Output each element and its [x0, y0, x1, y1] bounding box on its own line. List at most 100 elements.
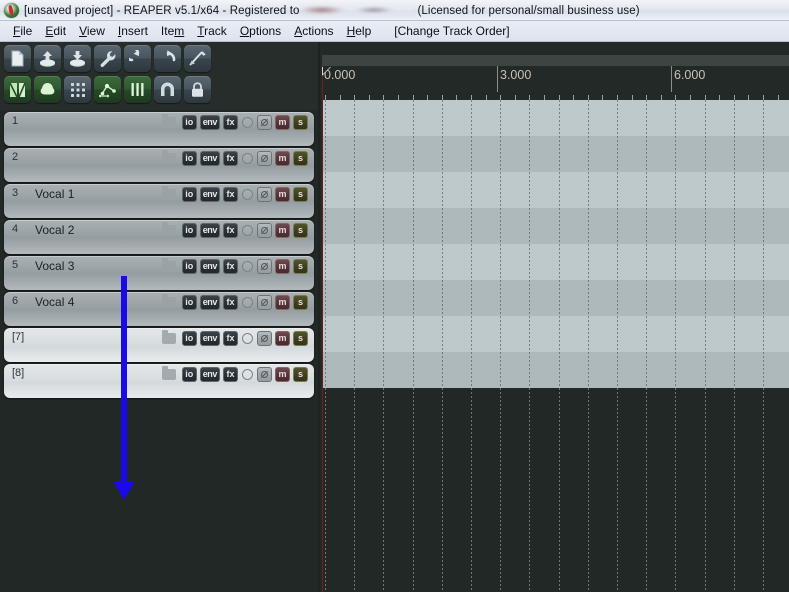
playhead-triangle-icon[interactable] — [322, 67, 331, 76]
track-lane[interactable] — [322, 316, 789, 352]
new-project-button[interactable] — [4, 45, 31, 72]
track-lane[interactable] — [322, 136, 789, 172]
playhead-cursor[interactable] — [322, 100, 323, 592]
record-arm-circle-icon[interactable] — [242, 297, 253, 308]
track-fx-button[interactable]: fx — [223, 115, 238, 130]
track-row[interactable]: 3 Vocal 1 io env fx m s — [4, 184, 314, 218]
menu-item-options[interactable]: Options — [234, 23, 288, 39]
track-fx-button[interactable]: fx — [223, 259, 238, 274]
track-envelope-button[interactable]: env — [199, 331, 220, 346]
track-row[interactable]: 6 Vocal 4 io env fx m s — [4, 292, 314, 326]
folder-icon[interactable] — [161, 150, 176, 164]
track-lane[interactable] — [322, 280, 789, 316]
metronome-button[interactable] — [124, 76, 151, 103]
track-io-button[interactable]: io — [181, 223, 197, 238]
track-io-button[interactable]: io — [181, 259, 197, 274]
timeline-ruler[interactable]: 0.000 3.000 6.000 — [322, 66, 789, 100]
track-envelope-button[interactable]: env — [199, 259, 220, 274]
track-solo-button[interactable]: s — [293, 331, 308, 346]
track-envelope-button[interactable]: env — [199, 115, 220, 130]
toggle-ripple-button[interactable] — [34, 76, 61, 103]
track-envelope-button[interactable]: env — [199, 295, 220, 310]
track-mute-button[interactable]: m — [275, 151, 290, 166]
track-solo-button[interactable]: s — [293, 223, 308, 238]
toggle-crossfade-button[interactable] — [4, 76, 31, 103]
track-fx-button[interactable]: fx — [223, 367, 238, 382]
folder-icon[interactable] — [161, 366, 176, 380]
menu-item-item[interactable]: Item — [155, 23, 191, 39]
track-fx-button[interactable]: fx — [223, 151, 238, 166]
save-project-button[interactable] — [64, 45, 91, 72]
track-envelope-button[interactable]: env — [199, 187, 220, 202]
track-fx-button[interactable]: fx — [223, 295, 238, 310]
track-mute-button[interactable]: m — [275, 259, 290, 274]
arrange-marker-lane[interactable] — [322, 55, 789, 66]
track-solo-button[interactable]: s — [293, 259, 308, 274]
track-lane[interactable] — [322, 100, 789, 136]
phase-invert-icon[interactable] — [257, 151, 272, 166]
phase-invert-icon[interactable] — [257, 367, 272, 382]
menu-item-file[interactable]: File — [7, 23, 39, 39]
menu-item-view[interactable]: View — [73, 23, 112, 39]
track-envelope-button[interactable]: env — [199, 223, 220, 238]
menu-item-edit[interactable]: Edit — [39, 23, 73, 39]
folder-icon[interactable] — [161, 258, 176, 272]
track-lanes-area[interactable] — [322, 100, 789, 592]
track-io-button[interactable]: io — [181, 187, 197, 202]
track-solo-button[interactable]: s — [293, 151, 308, 166]
record-arm-circle-icon[interactable] — [242, 225, 253, 236]
track-name-label[interactable]: Vocal 4 — [35, 295, 74, 309]
track-mute-button[interactable]: m — [275, 223, 290, 238]
track-row[interactable]: 4 Vocal 2 io env fx m s — [4, 220, 314, 254]
menu-item-help[interactable]: Help — [341, 23, 379, 39]
track-row[interactable]: 5 Vocal 3 io env fx m s — [4, 256, 314, 290]
track-row[interactable]: 2 io env fx m s — [4, 148, 314, 182]
track-name-label[interactable]: Vocal 2 — [35, 223, 74, 237]
track-mute-button[interactable]: m — [275, 187, 290, 202]
track-mute-button[interactable]: m — [275, 367, 290, 382]
track-name-label[interactable]: Vocal 3 — [35, 259, 74, 273]
folder-icon[interactable] — [161, 330, 176, 344]
track-fx-button[interactable]: fx — [223, 187, 238, 202]
track-fx-button[interactable]: fx — [223, 331, 238, 346]
track-solo-button[interactable]: s — [293, 295, 308, 310]
track-lane[interactable] — [322, 208, 789, 244]
track-solo-button[interactable]: s — [293, 187, 308, 202]
folder-icon[interactable] — [161, 114, 176, 128]
record-arm-circle-icon[interactable] — [242, 117, 253, 128]
lock-button[interactable] — [184, 76, 211, 103]
record-arm-circle-icon[interactable] — [242, 189, 253, 200]
phase-invert-icon[interactable] — [257, 295, 272, 310]
toggle-automation-button[interactable] — [94, 76, 121, 103]
track-lane[interactable] — [322, 172, 789, 208]
track-lane[interactable] — [322, 352, 789, 388]
track-mute-button[interactable]: m — [275, 295, 290, 310]
track-mute-button[interactable]: m — [275, 115, 290, 130]
menu-item-insert[interactable]: Insert — [112, 23, 155, 39]
track-row[interactable]: 1 io env fx m s — [4, 112, 314, 146]
track-fx-button[interactable]: fx — [223, 223, 238, 238]
track-lane[interactable] — [322, 244, 789, 280]
folder-icon[interactable] — [161, 186, 176, 200]
phase-invert-icon[interactable] — [257, 223, 272, 238]
record-arm-circle-icon[interactable] — [242, 369, 253, 380]
menu-item-track[interactable]: Track — [191, 23, 234, 39]
phase-invert-icon[interactable] — [257, 331, 272, 346]
track-io-button[interactable]: io — [181, 151, 197, 166]
track-solo-button[interactable]: s — [293, 367, 308, 382]
menu-item-actions[interactable]: Actions — [288, 23, 340, 39]
envelope-button[interactable] — [184, 45, 211, 72]
track-name-label[interactable]: Vocal 1 — [35, 187, 74, 201]
undo-button[interactable] — [124, 45, 151, 72]
track-mute-button[interactable]: m — [275, 331, 290, 346]
track-io-button[interactable]: io — [181, 367, 197, 382]
redo-button[interactable] — [154, 45, 181, 72]
folder-icon[interactable] — [161, 222, 176, 236]
track-io-button[interactable]: io — [181, 115, 197, 130]
record-arm-circle-icon[interactable] — [242, 333, 253, 344]
open-project-button[interactable] — [34, 45, 61, 72]
track-row[interactable]: [8] io env fx m s — [4, 364, 314, 398]
record-arm-circle-icon[interactable] — [242, 153, 253, 164]
track-solo-button[interactable]: s — [293, 115, 308, 130]
record-arm-circle-icon[interactable] — [242, 261, 253, 272]
